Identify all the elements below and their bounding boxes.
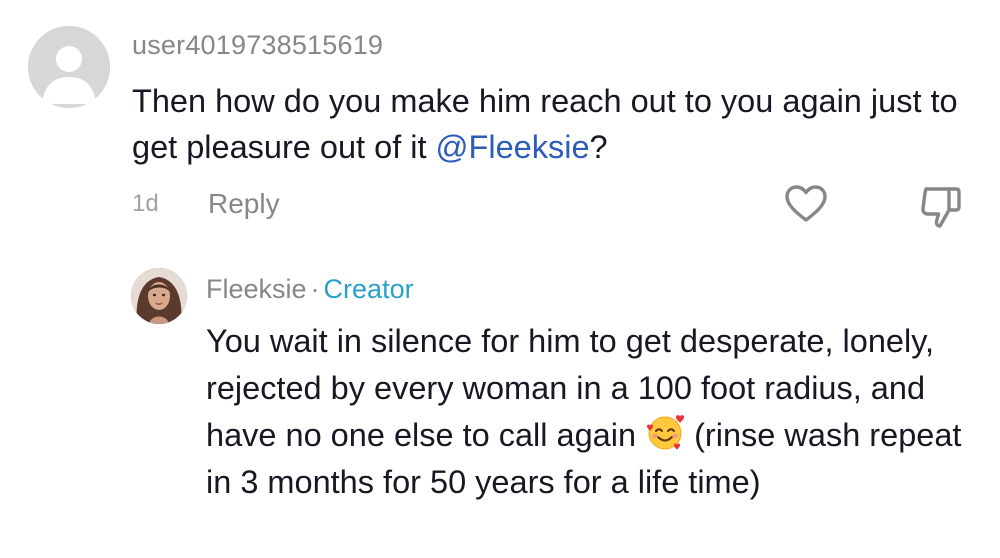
comment-text-end: ? bbox=[589, 129, 608, 165]
comment-body: Then how do you make him reach out to yo… bbox=[132, 78, 982, 170]
creator-badge: Creator bbox=[323, 274, 414, 304]
comment-meta-row: 1d Reply bbox=[132, 184, 280, 224]
smiling-face-with-hearts-emoji bbox=[647, 415, 685, 450]
comment-username[interactable]: user4019738515619 bbox=[132, 28, 383, 62]
like-button[interactable] bbox=[784, 184, 828, 224]
heart-outline-icon bbox=[785, 185, 827, 222]
default-user-avatar-icon bbox=[28, 26, 110, 108]
thumbs-down-outline-icon bbox=[921, 187, 961, 228]
creator-profile-photo bbox=[131, 268, 187, 324]
comment-timestamp: 1d bbox=[132, 190, 159, 217]
reply-author[interactable]: Fleeksie bbox=[206, 274, 307, 304]
separator-dot: · bbox=[310, 274, 320, 304]
reply-header: Fleeksie · Creator bbox=[206, 272, 414, 306]
creator-avatar[interactable] bbox=[131, 268, 187, 324]
reply-button[interactable]: Reply bbox=[208, 188, 280, 220]
mention-link[interactable]: @Fleeksie bbox=[436, 129, 590, 165]
reply-body: You wait in silence for him to get despe… bbox=[206, 318, 986, 506]
dislike-button[interactable] bbox=[918, 184, 964, 230]
user-avatar[interactable] bbox=[28, 26, 110, 108]
